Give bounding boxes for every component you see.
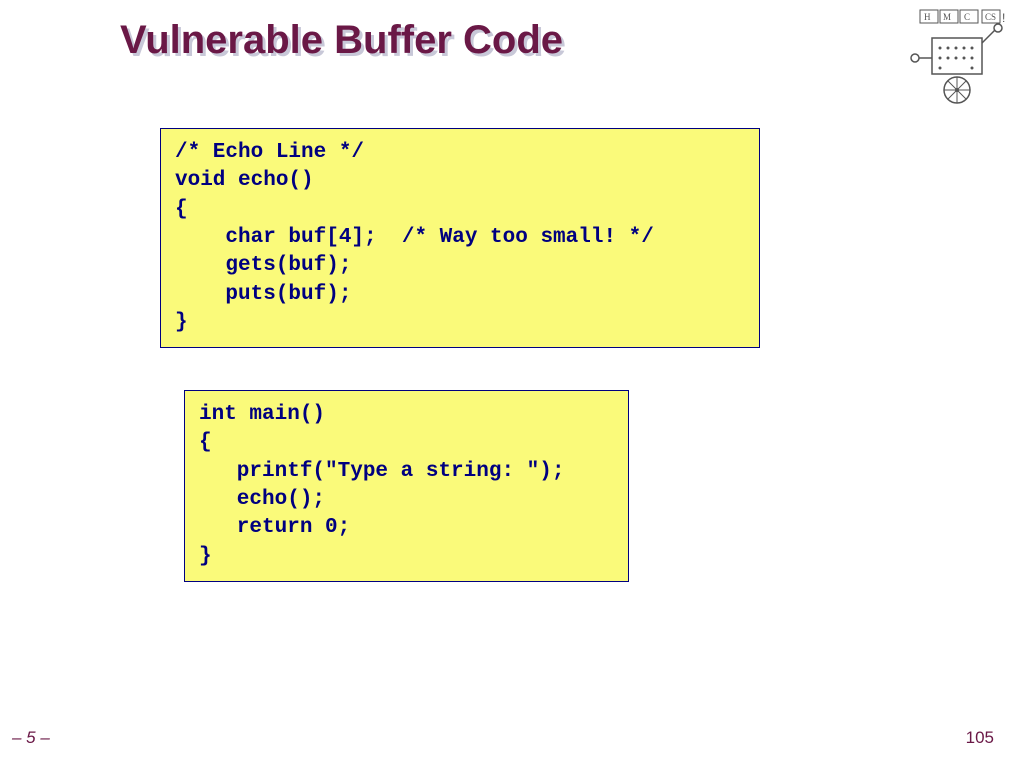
svg-text:H: H xyxy=(924,12,931,22)
slide-title: Vulnerable Buffer Code xyxy=(120,18,563,63)
svg-text:M: M xyxy=(943,12,951,22)
hmc-cs-logo: H M C CS ! xyxy=(910,8,1010,108)
svg-text:C: C xyxy=(964,12,970,22)
page-number-left: – 5 – xyxy=(12,728,50,748)
code-block-main: int main() { printf("Type a string: "); … xyxy=(184,390,629,582)
code-block-echo: /* Echo Line */ void echo() { char buf[4… xyxy=(160,128,760,348)
svg-text:CS: CS xyxy=(985,12,996,22)
page-number-right: 105 xyxy=(966,728,994,748)
svg-text:!: ! xyxy=(1002,11,1005,25)
